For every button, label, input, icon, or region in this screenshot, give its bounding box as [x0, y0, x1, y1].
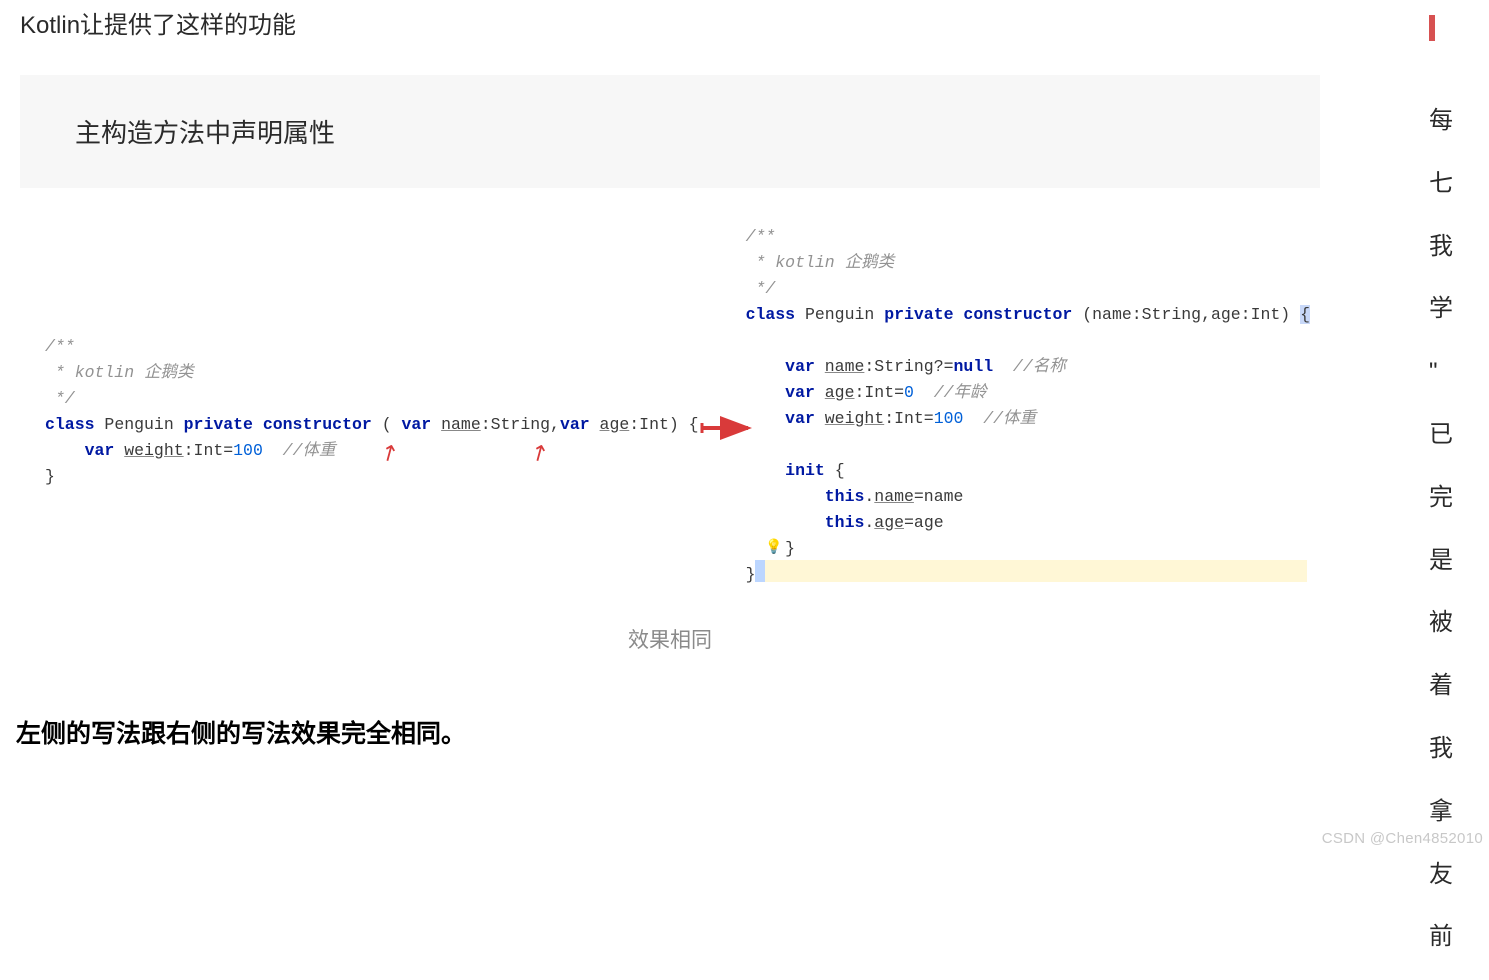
assign-age: =age — [904, 513, 944, 532]
blockquote-box: 主构造方法中声明属性 — [20, 75, 1320, 188]
indent — [746, 513, 825, 532]
keyword-var: var — [785, 409, 825, 428]
sidebar-text: 被 — [1429, 603, 1489, 644]
indent — [746, 383, 786, 402]
type-annotation: :Int= — [855, 383, 905, 402]
sidebar-text: 前 — [1429, 917, 1489, 958]
keyword-var: var — [785, 357, 825, 376]
keyword-null: null — [954, 357, 994, 376]
comment-weight: //体重 — [963, 409, 1036, 428]
brace-close-init: } — [785, 539, 795, 558]
brace-close: } — [45, 467, 55, 486]
field-age: age — [874, 513, 904, 532]
indent — [746, 487, 825, 506]
figure-caption: 效果相同 — [20, 624, 1320, 654]
literal-0: 0 — [904, 383, 914, 402]
prop-age: age — [825, 383, 855, 402]
keyword-class: class — [746, 305, 796, 324]
code-block-left: /** * kotlin 企鹅类 */ class Penguin privat… — [45, 334, 699, 490]
sidebar-accent-bar — [1429, 15, 1435, 41]
params: (name:String,age:Int) — [1082, 305, 1300, 324]
prop-weight: weight — [124, 441, 183, 460]
prop-name: name — [825, 357, 865, 376]
class-name: Penguin — [95, 415, 184, 434]
sidebar-text: 我 — [1429, 227, 1489, 268]
code-comparison-figure: /** * kotlin 企鹅类 */ class Penguin privat… — [20, 214, 1320, 594]
param-name: name — [441, 415, 481, 434]
doc-comment: */ — [746, 279, 776, 298]
type-annotation: :Int= — [184, 441, 234, 460]
type-annotation: :String?= — [864, 357, 953, 376]
blockquote-text: 主构造方法中声明属性 — [75, 113, 1300, 150]
doc-comment: /** — [45, 337, 75, 356]
dot: . — [864, 487, 874, 506]
keyword-class: class — [45, 415, 95, 434]
keyword-private: private — [184, 415, 253, 434]
sidebar-text: 拿 — [1429, 792, 1489, 833]
comment-name: //名称 — [993, 357, 1066, 376]
doc-comment: * kotlin 企鹅类 — [45, 363, 194, 382]
doc-comment: * kotlin 企鹅类 — [746, 253, 895, 272]
sidebar-text: 我 — [1429, 729, 1489, 770]
sidebar-text: " — [1429, 352, 1489, 393]
sidebar-text: 友 — [1429, 855, 1489, 896]
keyword-var: var — [85, 441, 125, 460]
keyword-var: var — [560, 415, 600, 434]
type-annotation: :Int= — [884, 409, 934, 428]
keyword-constructor: constructor — [954, 305, 1083, 324]
param-age: age — [600, 415, 630, 434]
sidebar-text: 七 — [1429, 164, 1489, 205]
sidebar-text: 着 — [1429, 666, 1489, 707]
sidebar-text: 每 — [1429, 101, 1489, 142]
dot: . — [864, 513, 874, 532]
paren-open: ( — [382, 415, 402, 434]
comment-age: //年龄 — [914, 383, 987, 402]
indent — [746, 357, 786, 376]
sidebar-text: 已 — [1429, 415, 1489, 456]
keyword-this: this — [825, 513, 865, 532]
class-name: Penguin — [795, 305, 884, 324]
sidebar-text: 完 — [1429, 478, 1489, 519]
indent — [45, 441, 85, 460]
literal-100: 100 — [934, 409, 964, 428]
literal-100: 100 — [233, 441, 263, 460]
keyword-constructor: constructor — [253, 415, 382, 434]
keyword-var: var — [402, 415, 442, 434]
keyword-this: this — [825, 487, 865, 506]
indent — [746, 461, 786, 480]
watermark: CSDN @Chen4852010 — [1322, 830, 1483, 847]
prop-weight: weight — [825, 409, 884, 428]
indent — [746, 409, 786, 428]
doc-comment: /** — [746, 227, 776, 246]
code-block-right: /** * kotlin 企鹅类 */ class Penguin privat… — [746, 224, 1310, 588]
brace-close: } — [746, 565, 756, 584]
comment-weight: //体重 — [263, 441, 336, 460]
type-annotation: :String, — [481, 415, 560, 434]
sidebar-text: 是 — [1429, 541, 1489, 582]
doc-comment: */ — [45, 389, 75, 408]
field-name: name — [874, 487, 914, 506]
type-annotation: :Int) { — [629, 415, 698, 434]
keyword-init: init — [785, 461, 835, 480]
brace-open: { — [835, 461, 845, 480]
assign-name: =name — [914, 487, 964, 506]
keyword-private: private — [884, 305, 953, 324]
conclusion-statement: 左侧的写法跟右侧的写法效果完全相同。 — [16, 714, 1320, 750]
brace-open: { — [1300, 305, 1310, 324]
intro-text: Kotlin让提供了这样的功能 — [20, 5, 1320, 40]
lightbulb-icon: 💡 — [765, 538, 782, 555]
sidebar-text: 学 — [1429, 289, 1489, 330]
keyword-var: var — [785, 383, 825, 402]
